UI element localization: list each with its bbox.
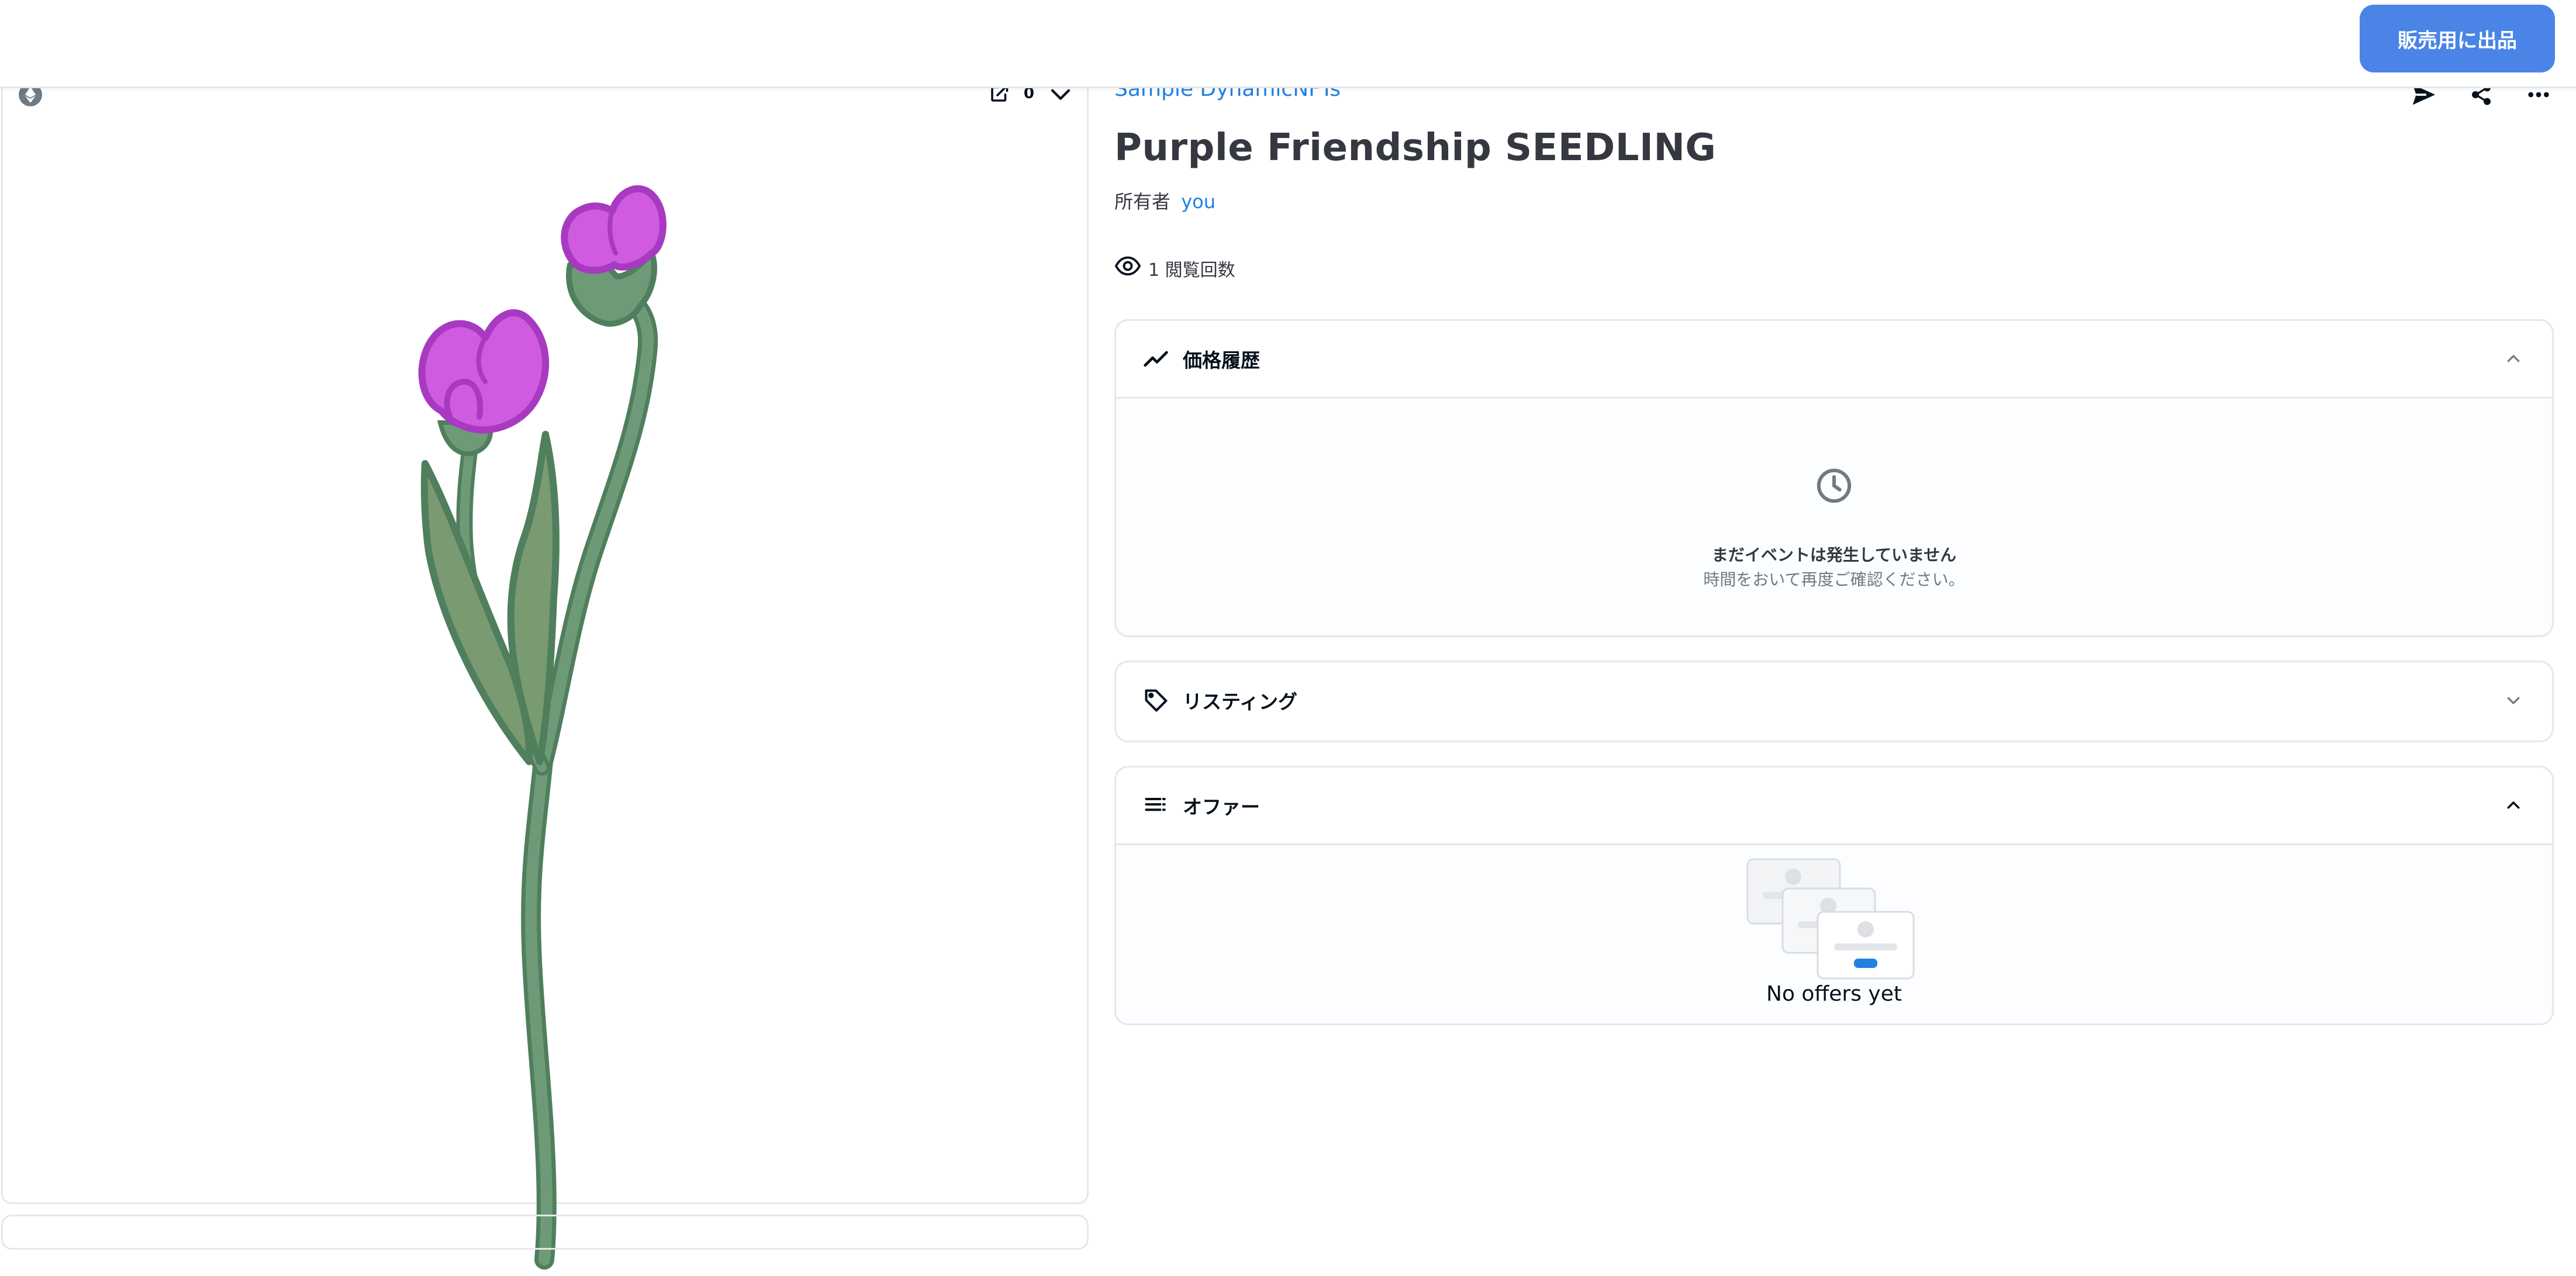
lower-panel bbox=[1, 1215, 1089, 1250]
offers-body: No offers yet bbox=[1116, 843, 2552, 1023]
chevron-up-icon[interactable] bbox=[2501, 346, 2526, 372]
list-icon bbox=[1142, 791, 1170, 819]
top-bar: 販売用に出品 bbox=[0, 0, 2576, 88]
views-line: 1 閲覧回数 bbox=[1114, 253, 1235, 284]
price-history-header[interactable]: 価格履歴 bbox=[1116, 321, 2552, 397]
empty-state-title: まだイベントは発生していません bbox=[1711, 545, 1957, 565]
owner-line: 所有者 you bbox=[1114, 187, 1216, 214]
offers-title: オファー bbox=[1183, 796, 1260, 818]
item-title: Purple Friendship SEEDLING bbox=[1114, 126, 1717, 170]
owner-link[interactable]: you bbox=[1181, 191, 1216, 213]
chevron-up-icon[interactable] bbox=[2501, 793, 2526, 818]
trend-icon bbox=[1142, 345, 1170, 373]
tag-icon bbox=[1142, 686, 1170, 714]
offers-panel: オファー No offers yet bbox=[1114, 766, 2554, 1025]
price-history-panel: 価格履歴 まだイベントは発生していません 時間をおいて再度ご確認ください。 bbox=[1114, 319, 2554, 637]
listings-header[interactable]: リスティング bbox=[1116, 662, 2552, 738]
nft-artwork bbox=[418, 185, 667, 1270]
clock-icon bbox=[1815, 466, 1853, 505]
no-offers-illustration bbox=[1746, 858, 1915, 980]
sell-button[interactable]: 販売用に出品 bbox=[2360, 5, 2555, 72]
empty-state-subtitle: 時間をおいて再度ご確認ください。 bbox=[1703, 570, 1965, 589]
offers-header[interactable]: オファー bbox=[1116, 767, 2552, 843]
listings-panel: リスティング bbox=[1114, 661, 2554, 742]
price-history-body: まだイベントは発生していません 時間をおいて再度ご確認ください。 bbox=[1116, 397, 2552, 635]
media-panel: 0 bbox=[1, 70, 1089, 1270]
owner-label: 所有者 bbox=[1114, 191, 1171, 213]
no-offers-text: No offers yet bbox=[1766, 982, 1902, 1006]
price-history-title: 価格履歴 bbox=[1183, 349, 1260, 372]
listings-title: リスティング bbox=[1183, 690, 1298, 713]
chevron-down-icon[interactable] bbox=[2501, 687, 2526, 713]
eye-icon bbox=[1114, 253, 1141, 284]
views-count: 1 閲覧回数 bbox=[1148, 260, 1235, 281]
